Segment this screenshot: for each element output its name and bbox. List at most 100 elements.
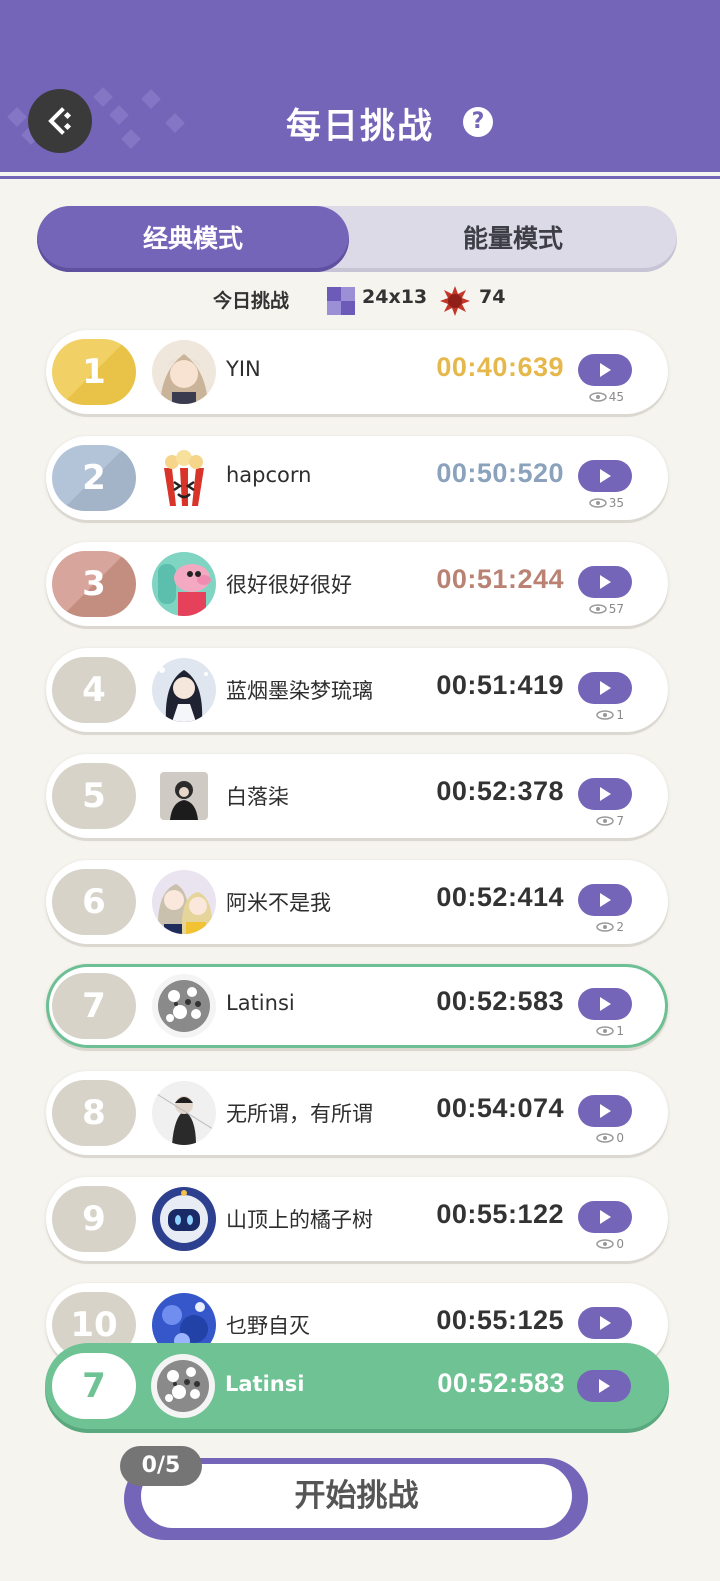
view-count: 2 <box>596 920 624 934</box>
view-count-value: 1 <box>616 1024 624 1038</box>
header-bar: 每日挑战 ? <box>0 0 720 172</box>
play-icon <box>600 893 611 907</box>
avatar <box>152 340 216 404</box>
view-count-value: 1 <box>616 708 624 722</box>
eye-icon <box>596 1026 615 1036</box>
start-challenge-label: 开始挑战 <box>141 1464 572 1528</box>
player-name: hapcorn <box>226 463 312 487</box>
my-replay-button[interactable] <box>577 1370 631 1402</box>
leaderboard-row: 2 hapcorn 00:50:520 35 <box>46 436 668 520</box>
play-icon <box>600 575 611 589</box>
player-name: 蓝烟墨染梦琉璃 <box>226 679 373 703</box>
rank-badge: 3 <box>52 551 136 617</box>
view-count: 35 <box>588 496 624 510</box>
replay-button[interactable] <box>578 354 632 386</box>
leaderboard-row: 6 阿米不是我 00:52:414 2 <box>46 860 668 944</box>
avatar <box>160 772 208 820</box>
player-name: 很好很好很好 <box>226 573 352 597</box>
leaderboard-row: 5 白落柒 00:52:378 7 <box>46 754 668 838</box>
player-name: 乜野自灭 <box>226 1314 310 1338</box>
replay-button[interactable] <box>578 1201 632 1233</box>
replay-button[interactable] <box>578 460 632 492</box>
eye-icon <box>588 604 607 614</box>
view-count: 1 <box>596 1024 624 1038</box>
challenge-label: 今日挑战 <box>213 290 290 312</box>
view-count-value: 57 <box>608 602 624 616</box>
grid-size-icon <box>327 287 355 315</box>
player-time: 00:55:122 <box>436 1199 564 1229</box>
avatar <box>152 1187 216 1251</box>
view-count-value: 2 <box>616 920 624 934</box>
play-icon <box>600 363 611 377</box>
replay-button[interactable] <box>578 778 632 810</box>
mine-count-value: 74 <box>479 286 506 308</box>
view-count-value: 35 <box>608 496 624 510</box>
replay-button[interactable] <box>578 672 632 704</box>
rank-badge: 6 <box>52 869 136 935</box>
eye-icon <box>588 498 607 508</box>
replay-button[interactable] <box>578 884 632 916</box>
rank-badge: 7 <box>52 973 136 1039</box>
eye-icon <box>596 1239 615 1249</box>
player-time: 00:50:520 <box>436 458 564 488</box>
play-icon <box>599 1379 610 1393</box>
eye-icon <box>588 392 607 402</box>
tab-classic-mode[interactable]: 经典模式 <box>37 206 349 272</box>
play-icon <box>600 1210 611 1224</box>
my-player-time: 00:52:583 <box>437 1368 565 1398</box>
player-time: 00:52:583 <box>436 986 564 1016</box>
player-name: Latinsi <box>226 991 295 1015</box>
my-rank-row: 7 Latinsi 00:52:583 <box>45 1343 669 1429</box>
play-icon <box>600 469 611 483</box>
player-name: YIN <box>226 357 261 381</box>
player-time: 00:51:244 <box>436 564 564 594</box>
avatar <box>152 870 216 934</box>
eye-icon <box>596 816 615 826</box>
view-count-value: 0 <box>616 1131 624 1145</box>
tab-energy-mode[interactable]: 能量模式 <box>349 206 677 272</box>
replay-button[interactable] <box>578 1307 632 1339</box>
page-title: 每日挑战 <box>285 107 434 147</box>
play-icon <box>600 997 611 1011</box>
leaderboard-row: 1 YIN 00:40:639 45 <box>46 330 668 414</box>
question-circle-icon[interactable]: ? <box>463 107 493 137</box>
view-count: 0 <box>596 1131 624 1145</box>
rank-badge: 2 <box>52 445 136 511</box>
avatar <box>152 552 216 616</box>
leaderboard-row-current-user: 7 Latinsi 00:52:583 1 <box>46 964 668 1048</box>
view-count-value: 0 <box>616 1237 624 1251</box>
eye-icon <box>596 922 615 932</box>
play-icon <box>600 681 611 695</box>
header-divider <box>0 172 720 179</box>
player-time: 00:52:378 <box>436 776 564 806</box>
player-time: 00:40:639 <box>436 352 564 382</box>
player-time: 00:51:419 <box>436 670 564 700</box>
view-count: 1 <box>596 708 624 722</box>
view-count: 57 <box>588 602 624 616</box>
leaderboard-row: 4 蓝烟墨染梦琉璃 00:51:419 1 <box>46 648 668 732</box>
grid-size-value: 24x13 <box>362 286 428 308</box>
view-count-value: 7 <box>616 814 624 828</box>
rank-badge: 4 <box>52 657 136 723</box>
my-avatar <box>151 1354 215 1418</box>
rank-badge: 9 <box>52 1186 136 1252</box>
player-time: 00:52:414 <box>436 882 564 912</box>
mine-icon <box>440 286 470 316</box>
player-name: 山顶上的橘子树 <box>226 1208 373 1232</box>
replay-button[interactable] <box>578 1095 632 1127</box>
play-icon <box>600 787 611 801</box>
leaderboard-row: 8 无所谓，有所谓 00:54:074 0 <box>46 1071 668 1155</box>
eye-icon <box>596 1133 615 1143</box>
player-time: 00:55:125 <box>436 1305 564 1335</box>
rank-badge: 5 <box>52 763 136 829</box>
eye-icon <box>596 710 615 720</box>
attempts-badge: 0/5 <box>120 1446 202 1486</box>
mode-tabs: 经典模式 能量模式 <box>37 206 677 272</box>
leaderboard-row: 3 很好很好很好 00:51:244 57 <box>46 542 668 626</box>
rank-badge: 8 <box>52 1080 136 1146</box>
replay-button[interactable] <box>578 566 632 598</box>
view-count: 0 <box>596 1237 624 1251</box>
leaderboard-row: 9 山顶上的橘子树 00:55:122 0 <box>46 1177 668 1261</box>
avatar <box>152 1081 216 1145</box>
replay-button[interactable] <box>578 988 632 1020</box>
